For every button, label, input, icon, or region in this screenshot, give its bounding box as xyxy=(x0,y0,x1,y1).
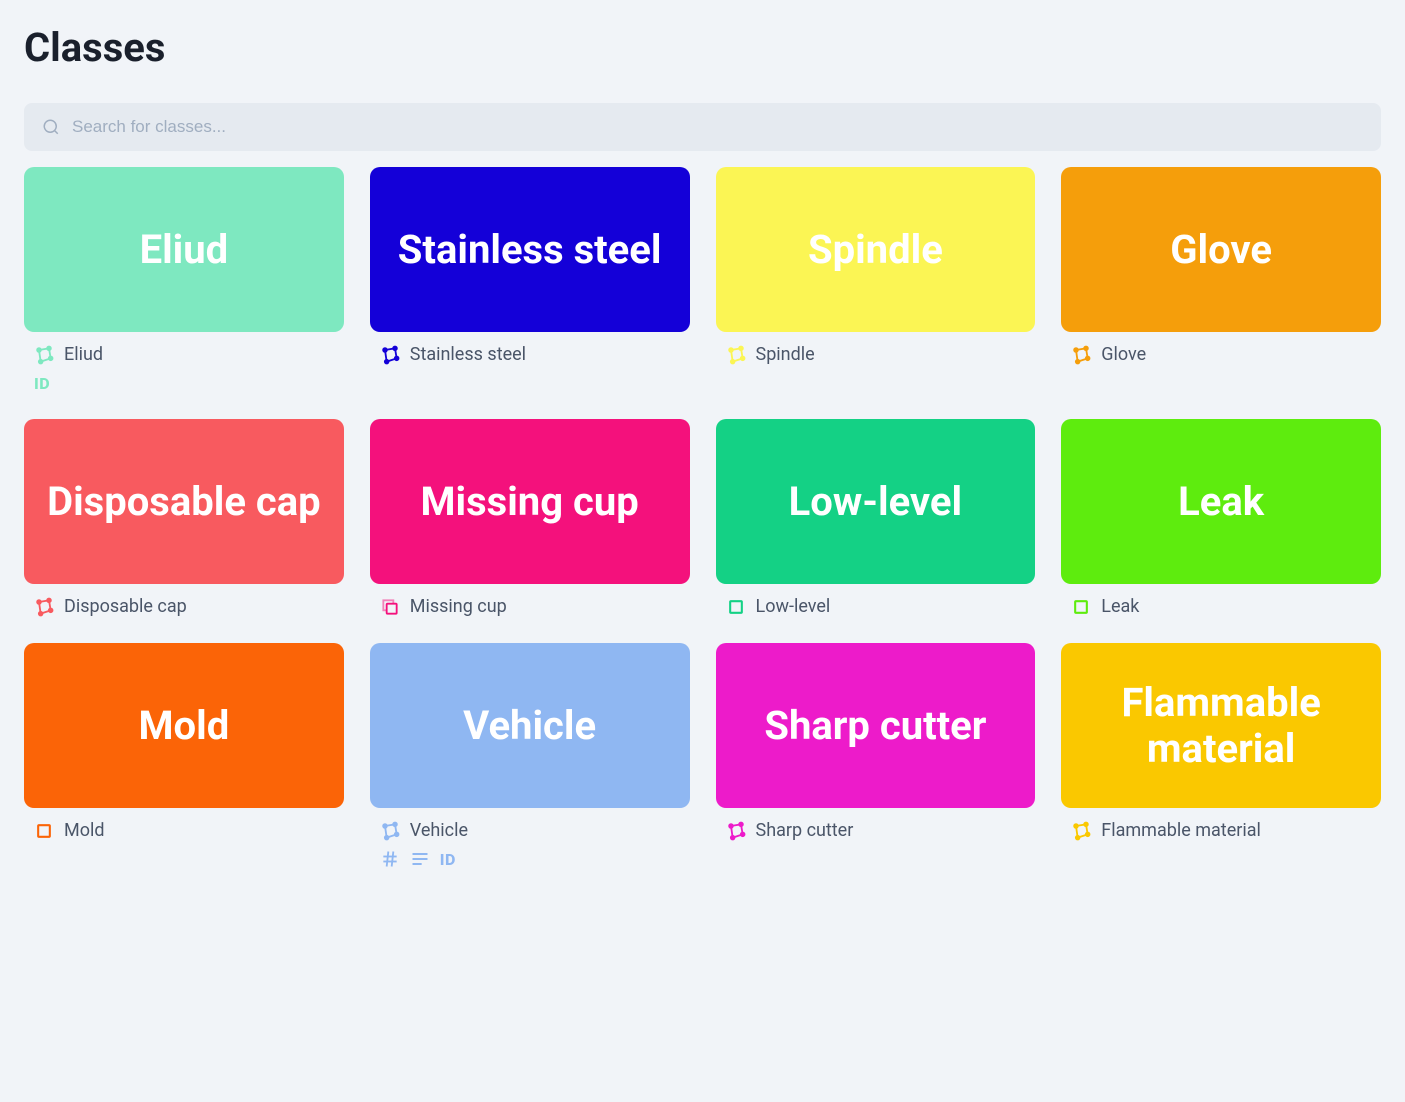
class-tile[interactable]: Flammable material xyxy=(1061,643,1381,808)
class-label: Stainless steel xyxy=(410,344,526,365)
class-card: Eliud Eliud ID xyxy=(24,167,344,393)
class-card: Spindle Spindle xyxy=(716,167,1036,393)
class-card: Disposable cap Disposable cap xyxy=(24,419,344,617)
class-meta: Sharp cutter xyxy=(716,820,1036,841)
hash-badge-icon xyxy=(380,849,400,869)
class-tile-name: Sharp cutter xyxy=(764,703,986,749)
polygon-icon xyxy=(380,345,400,365)
class-card: Stainless steel Stainless steel xyxy=(370,167,690,393)
class-label: Flammable material xyxy=(1101,820,1261,841)
lines-badge-icon xyxy=(410,849,430,869)
class-tile[interactable]: Eliud xyxy=(24,167,344,332)
class-label: Missing cup xyxy=(410,596,507,617)
class-label: Spindle xyxy=(756,344,815,365)
box-icon xyxy=(34,821,54,841)
polygon-icon xyxy=(380,821,400,841)
class-tile[interactable]: Low-level xyxy=(716,419,1036,584)
class-tile[interactable]: Glove xyxy=(1061,167,1381,332)
polygon-icon xyxy=(726,821,746,841)
class-card: Low-level Low-level xyxy=(716,419,1036,617)
class-tile-name: Missing cup xyxy=(421,479,639,525)
class-card: Vehicle Vehicle ID xyxy=(370,643,690,869)
class-tile[interactable]: Vehicle xyxy=(370,643,690,808)
class-label: Disposable cap xyxy=(64,596,187,617)
polygon-icon xyxy=(1071,345,1091,365)
classes-grid: Eliud Eliud ID Stainless steel Sta xyxy=(24,167,1381,869)
class-tile[interactable]: Leak xyxy=(1061,419,1381,584)
polygon-icon xyxy=(726,345,746,365)
class-tile-name: Vehicle xyxy=(463,703,596,749)
class-label: Sharp cutter xyxy=(756,820,854,841)
search-input[interactable] xyxy=(24,103,1381,151)
class-tile[interactable]: Spindle xyxy=(716,167,1036,332)
class-tile-name: Flammable material xyxy=(1073,680,1369,772)
class-meta: Leak xyxy=(1061,596,1381,617)
polygon-icon xyxy=(1071,821,1091,841)
class-tile-name: Leak xyxy=(1178,479,1264,525)
class-card: Missing cup Missing cup xyxy=(370,419,690,617)
class-meta: Low-level xyxy=(716,596,1036,617)
class-tile-name: Stainless steel xyxy=(398,227,662,273)
class-card: Sharp cutter Sharp cutter xyxy=(716,643,1036,869)
class-tile[interactable]: Missing cup xyxy=(370,419,690,584)
class-tile[interactable]: Stainless steel xyxy=(370,167,690,332)
class-label: Eliud xyxy=(64,344,103,365)
class-tile-name: Disposable cap xyxy=(47,479,321,525)
class-meta: Flammable material xyxy=(1061,820,1381,841)
class-meta: Disposable cap xyxy=(24,596,344,617)
class-label: Mold xyxy=(64,820,105,841)
class-card: Glove Glove xyxy=(1061,167,1381,393)
class-meta: Vehicle xyxy=(370,820,690,841)
class-label: Vehicle xyxy=(410,820,468,841)
class-card: Mold Mold xyxy=(24,643,344,869)
box-icon xyxy=(1071,597,1091,617)
class-meta: Glove xyxy=(1061,344,1381,365)
class-meta: Eliud xyxy=(24,344,344,365)
class-tile-name: Spindle xyxy=(808,227,943,273)
search-container xyxy=(24,103,1381,151)
polygon-icon xyxy=(34,597,54,617)
class-card: Leak Leak xyxy=(1061,419,1381,617)
class-tile[interactable]: Disposable cap xyxy=(24,419,344,584)
page-title: Classes xyxy=(24,24,1381,71)
class-label: Low-level xyxy=(756,596,831,617)
class-tile[interactable]: Mold xyxy=(24,643,344,808)
copy-icon xyxy=(380,597,400,617)
search-icon xyxy=(42,118,60,136)
class-tile-name: Glove xyxy=(1170,227,1272,273)
class-tile-name: Eliud xyxy=(140,227,229,273)
badges-row: ID xyxy=(370,849,690,869)
class-label: Leak xyxy=(1101,596,1139,617)
class-label: Glove xyxy=(1101,344,1146,365)
polygon-icon xyxy=(34,345,54,365)
class-card: Flammable material Flammable material xyxy=(1061,643,1381,869)
class-meta: Mold xyxy=(24,820,344,841)
class-meta: Missing cup xyxy=(370,596,690,617)
class-tile[interactable]: Sharp cutter xyxy=(716,643,1036,808)
id-badge-icon: ID xyxy=(34,373,50,393)
class-meta: Spindle xyxy=(716,344,1036,365)
class-meta: Stainless steel xyxy=(370,344,690,365)
badges-row: ID xyxy=(24,373,344,393)
box-icon xyxy=(726,597,746,617)
class-tile-name: Low-level xyxy=(789,479,962,525)
class-tile-name: Mold xyxy=(139,703,230,749)
id-badge-icon: ID xyxy=(440,849,456,869)
